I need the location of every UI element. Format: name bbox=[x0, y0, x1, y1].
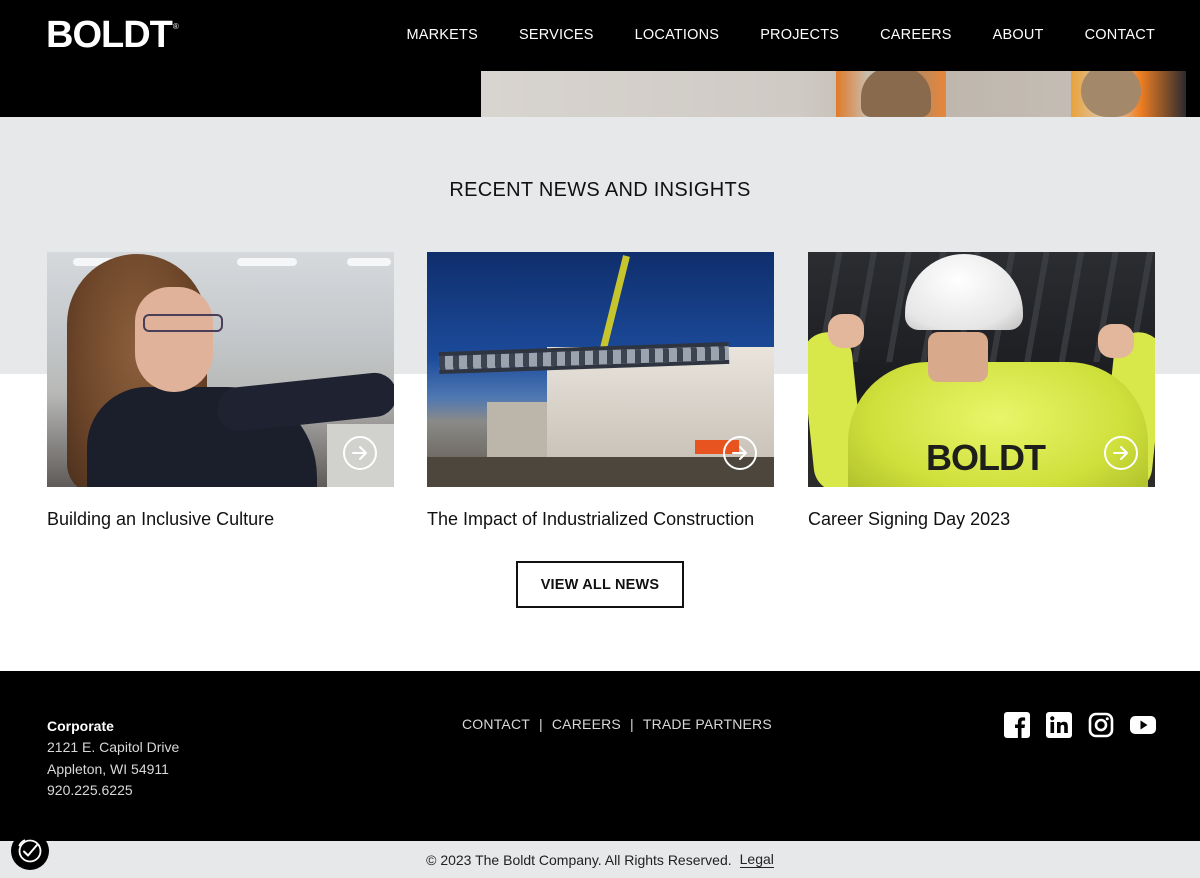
copyright-text: © 2023 The Boldt Company. All Rights Res… bbox=[426, 851, 732, 868]
footer-link-trade-partners[interactable]: TRADE PARTNERS bbox=[643, 716, 772, 732]
link-separator: | bbox=[539, 716, 543, 732]
logo-registered-mark: ® bbox=[172, 22, 179, 32]
news-card-image[interactable]: BOLDT bbox=[808, 252, 1155, 487]
copyright-bar: © 2023 The Boldt Company. All Rights Res… bbox=[0, 841, 1200, 878]
footer-links: CONTACT | CAREERS | TRADE PARTNERS bbox=[462, 716, 772, 732]
nav-projects[interactable]: PROJECTS bbox=[760, 26, 839, 44]
instagram-icon[interactable] bbox=[1088, 712, 1114, 738]
shirt-logo-text: BOLDT bbox=[926, 437, 1046, 478]
address-line: 2121 E. Capitol Drive bbox=[47, 739, 180, 756]
link-separator: | bbox=[629, 716, 634, 732]
nav-about[interactable]: ABOUT bbox=[993, 26, 1044, 44]
news-section-title: RECENT NEWS AND INSIGHTS bbox=[449, 179, 751, 201]
logo-text: BOLDT bbox=[46, 14, 173, 56]
view-all-news-button[interactable]: VIEW ALL NEWS bbox=[516, 561, 684, 608]
arrow-circle-icon[interactable] bbox=[1104, 436, 1138, 470]
linkedin-icon[interactable] bbox=[1046, 712, 1072, 738]
main-nav: MARKETS SERVICES LOCATIONS PROJECTS CARE… bbox=[365, 26, 1155, 44]
youtube-icon[interactable] bbox=[1130, 712, 1156, 738]
news-card-image[interactable] bbox=[47, 252, 394, 487]
social-links bbox=[1004, 712, 1156, 738]
corporate-address: Corporate 2121 E. Capitol Drive Appleton… bbox=[47, 716, 179, 801]
news-card-title[interactable]: Building an Inclusive Culture bbox=[47, 508, 394, 530]
site-footer: Corporate 2121 E. Capitol Drive Appleton… bbox=[0, 671, 1200, 841]
news-card-title[interactable]: The Impact of Industrialized Constructio… bbox=[427, 508, 774, 530]
arrow-circle-icon[interactable] bbox=[343, 436, 377, 470]
arrow-circle-icon[interactable] bbox=[723, 436, 757, 470]
facebook-icon[interactable] bbox=[1004, 712, 1030, 738]
address-heading: Corporate bbox=[47, 718, 114, 734]
nav-services[interactable]: SERVICES bbox=[519, 26, 594, 44]
nav-careers[interactable]: CAREERS bbox=[880, 26, 952, 44]
footer-link-contact[interactable]: CONTACT bbox=[462, 716, 530, 732]
news-card[interactable]: The Impact of Industrialized Constructio… bbox=[427, 252, 774, 530]
site-header: BOLDT® MARKETS SERVICES LOCATIONS PROJEC… bbox=[0, 0, 1200, 117]
news-card[interactable]: BOLDT Career Signing Day 2023 bbox=[808, 252, 1155, 530]
accessibility-icon[interactable] bbox=[11, 832, 49, 870]
nav-markets[interactable]: MARKETS bbox=[406, 26, 478, 44]
hero-image bbox=[481, 71, 1186, 117]
news-card[interactable]: Building an Inclusive Culture bbox=[47, 252, 394, 530]
legal-link[interactable]: Legal bbox=[739, 851, 774, 868]
boldt-logo[interactable]: BOLDT® bbox=[46, 14, 179, 56]
nav-contact[interactable]: CONTACT bbox=[1085, 26, 1155, 44]
nav-locations[interactable]: LOCATIONS bbox=[635, 26, 720, 44]
footer-link-careers[interactable]: CAREERS bbox=[552, 716, 621, 732]
news-card-title[interactable]: Career Signing Day 2023 bbox=[808, 508, 1155, 530]
news-card-image[interactable] bbox=[427, 252, 774, 487]
address-line: Appleton, WI 54911 bbox=[47, 760, 169, 777]
phone-number[interactable]: 920.225.6225 bbox=[47, 780, 179, 801]
